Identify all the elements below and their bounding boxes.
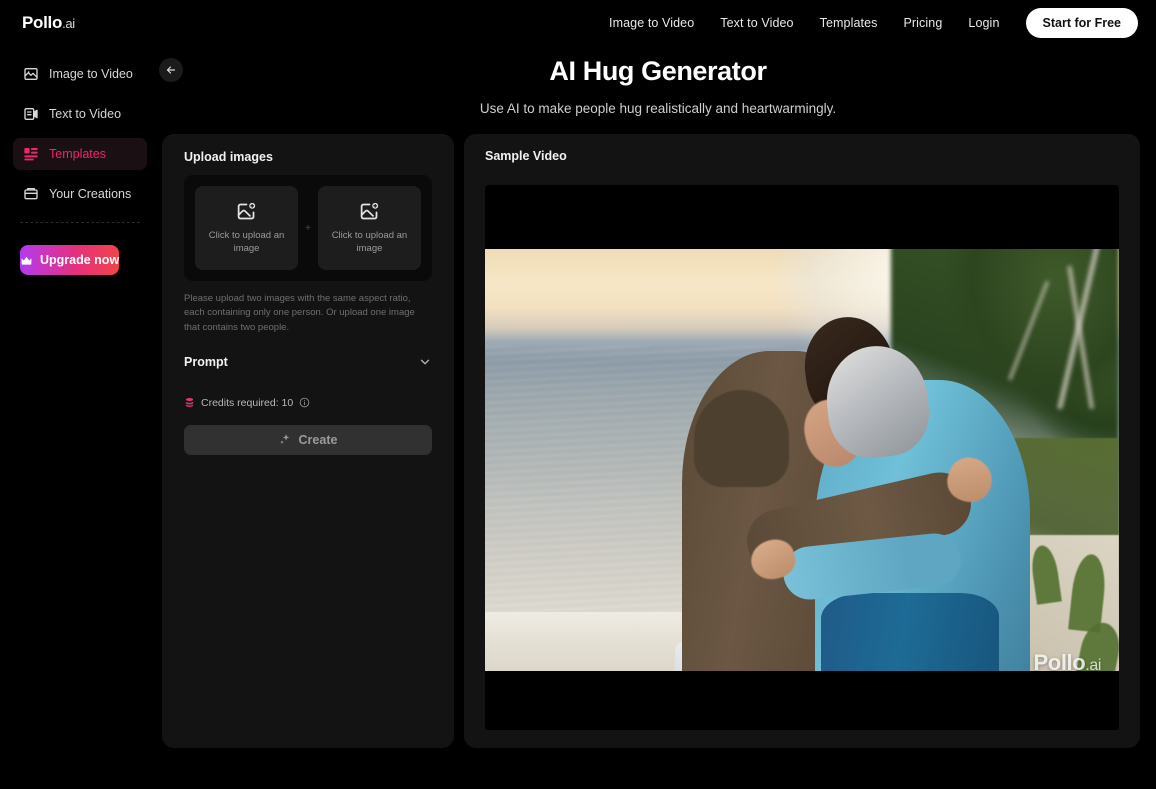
figure-brown-hood [694,390,789,487]
image-plus-icon [236,201,257,222]
sidebar-item-label: Templates [49,147,106,161]
create-button-label: Create [299,433,338,447]
upload-slot-2[interactable]: Click to upload an image [318,186,421,270]
sidebar-item-your-creations[interactable]: Your Creations [13,178,147,210]
app-root: Pollo.ai Image to Video Text to Video Te… [0,0,1156,789]
sparkles-icon [279,433,292,446]
text-video-icon [22,106,39,123]
page-title: AI Hug Generator [160,56,1156,87]
crown-icon [20,254,33,267]
brand-logo[interactable]: Pollo.ai [22,13,75,33]
upload-hint-text: Please upload two images with the same a… [184,292,432,335]
upload-slot-1[interactable]: Click to upload an image [195,186,298,270]
nav-link-login[interactable]: Login [968,16,999,30]
upload-images-title: Upload images [184,150,432,164]
video-letterbox-top [485,216,1119,249]
top-nav-links: Image to Video Text to Video Templates P… [609,8,1138,38]
info-icon[interactable] [299,397,310,408]
sidebar: Image to Video Text to Video [0,46,160,789]
sidebar-item-label: Image to Video [49,67,133,81]
templates-icon [22,146,39,163]
sidebar-item-image-to-video[interactable]: Image to Video [13,58,147,90]
main-content: Upload images Click to upload an image + [162,134,1140,748]
chevron-down-icon [418,355,432,369]
sidebar-item-templates[interactable]: Templates [13,138,147,170]
sidebar-divider [20,222,140,223]
sample-video-panel: Sample Video [464,134,1140,748]
nav-link-templates[interactable]: Templates [820,16,878,30]
page-subtitle: Use AI to make people hug realistically … [160,101,1156,116]
sidebar-item-text-to-video[interactable]: Text to Video [13,98,147,130]
upload-slot-label: Click to upload an image [203,230,290,256]
upgrade-now-label: Upgrade now [40,253,119,267]
prompt-label: Prompt [184,355,228,369]
brand-logo-suffix: .ai [62,16,75,31]
upload-slot-separator: + [305,223,311,234]
creations-icon [22,186,39,203]
brand-logo-name: Pollo [22,13,62,33]
nav-link-pricing[interactable]: Pricing [903,16,942,30]
upload-slot-label: Click to upload an image [326,230,413,256]
nav-link-image-to-video[interactable]: Image to Video [609,16,694,30]
sidebar-item-label: Your Creations [49,187,131,201]
upload-panel: Upload images Click to upload an image + [162,134,454,748]
sample-video-player[interactable]: Pollo.ai [485,185,1119,730]
top-navigation-bar: Pollo.ai Image to Video Text to Video Te… [0,0,1156,46]
prompt-section-toggle[interactable]: Prompt [184,355,432,371]
image-plus-icon [359,201,380,222]
video-canvas: Pollo.ai [485,216,1119,700]
credits-required-text: Credits required: 10 [201,397,293,409]
credit-coin-icon [184,397,195,408]
page-header: AI Hug Generator Use AI to make people h… [160,56,1156,116]
image-icon [22,66,39,83]
sample-video-title: Sample Video [485,149,1119,163]
sidebar-item-label: Text to Video [49,107,121,121]
start-for-free-button[interactable]: Start for Free [1026,8,1139,38]
upload-slots-container: Click to upload an image + Click to uplo… [184,175,432,281]
credits-required-row: Credits required: 10 [184,397,432,409]
nav-link-text-to-video[interactable]: Text to Video [720,16,793,30]
upgrade-now-button[interactable]: Upgrade now [20,245,119,275]
create-button[interactable]: Create [184,425,432,455]
video-letterbox-bottom [485,671,1119,700]
